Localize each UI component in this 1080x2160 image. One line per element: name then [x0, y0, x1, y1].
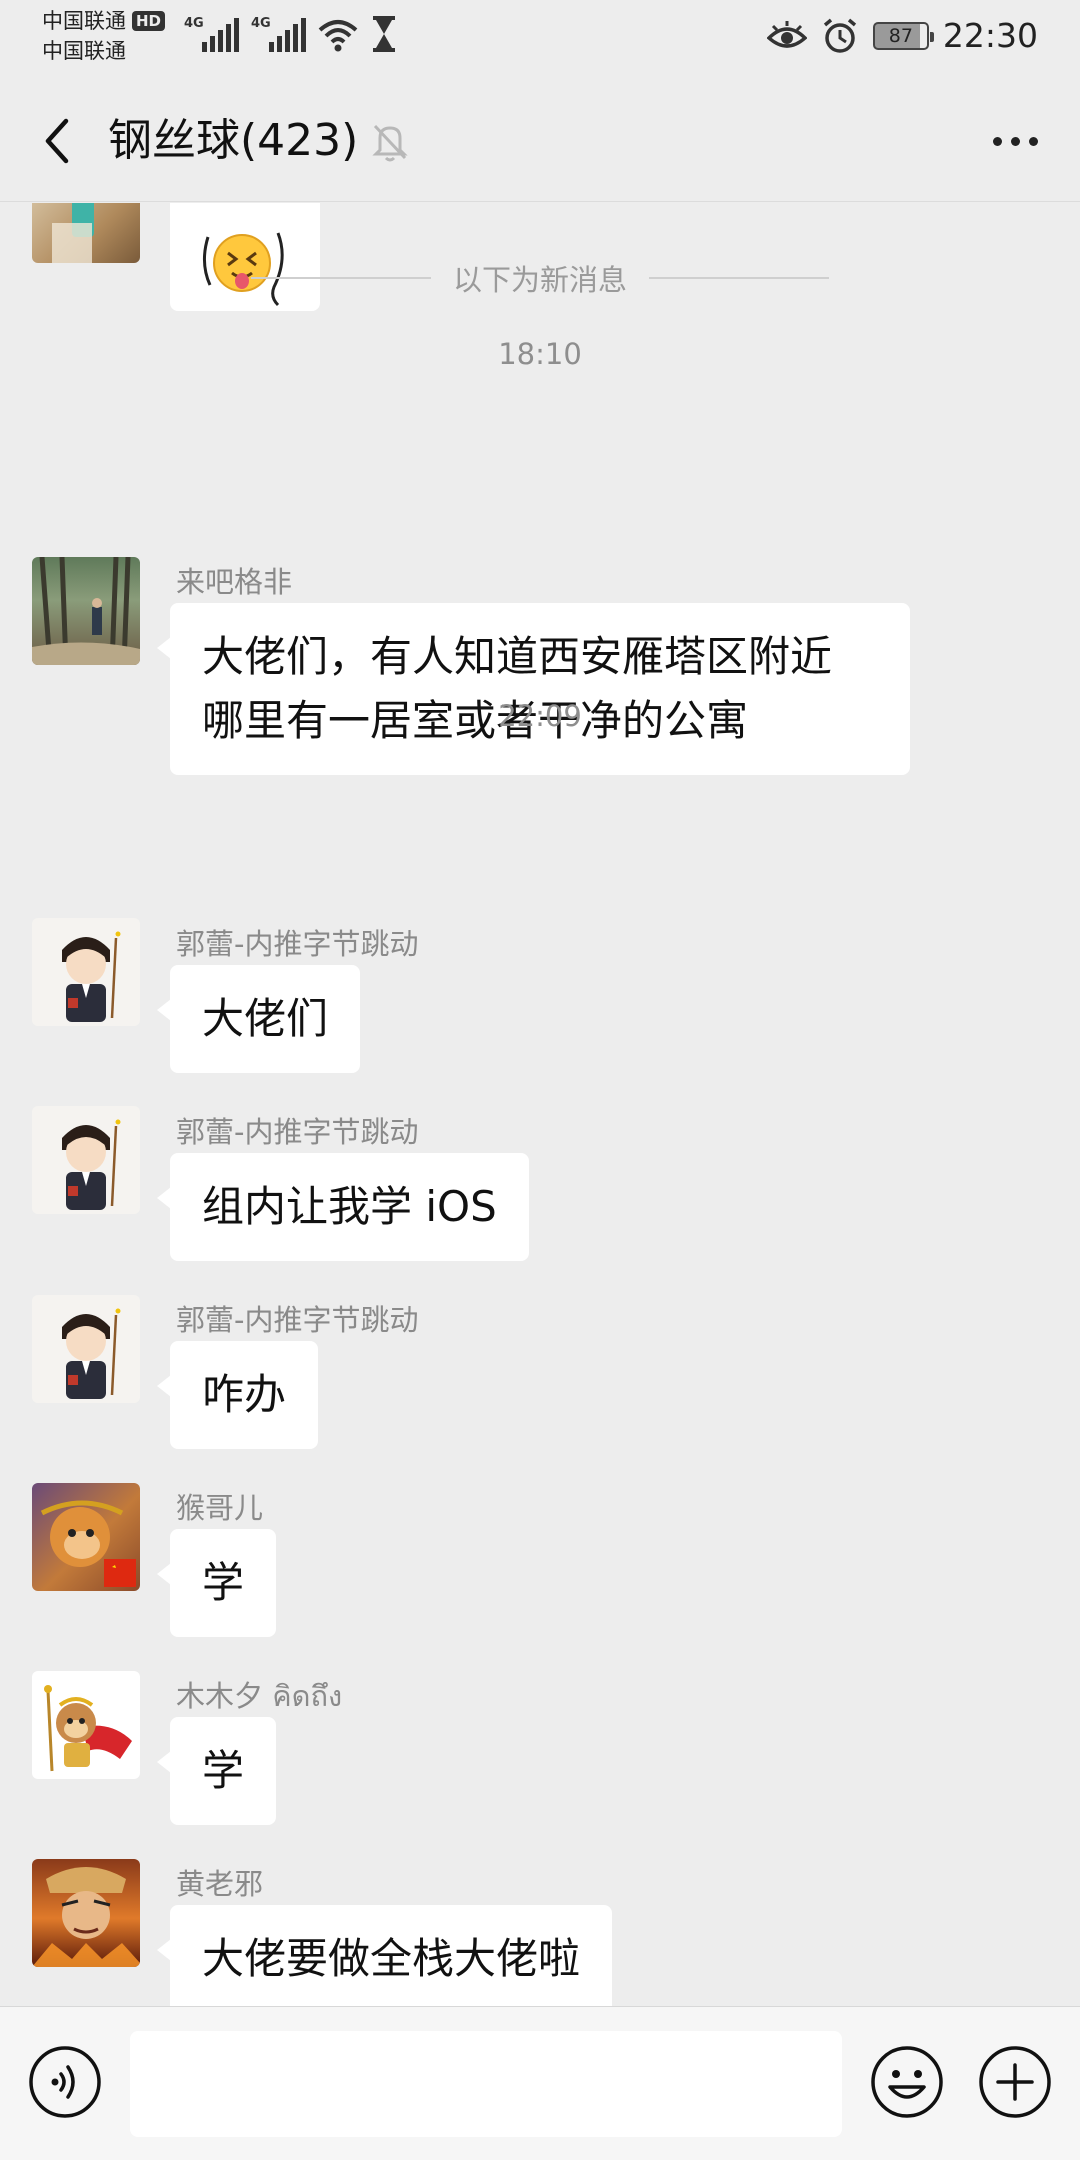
hd-badge: HD [132, 11, 166, 31]
avatar-anime-character [32, 1867, 140, 1967]
page-title: 钢丝球(423) [108, 115, 359, 166]
chevron-left-icon [45, 118, 69, 164]
message-bubble[interactable]: 大佬们，有人知道西安雁塔区附近 哪里有一居室或者干净的公寓 [157, 603, 910, 775]
message-bubble[interactable]: 咋办 [156, 1341, 319, 1449]
avatar-cartoon-monkey [44, 1685, 132, 1772]
hourglass-icon [373, 16, 395, 52]
network-type-label-secondary: 4G [251, 16, 271, 31]
sender-name: 来吧格非 [176, 565, 293, 599]
message-input[interactable] [130, 2031, 842, 2137]
avatar[interactable] [32, 557, 140, 665]
carrier-label-secondary: 中国联通 [42, 39, 126, 63]
avatar[interactable] [32, 1483, 140, 1591]
divider-line [649, 277, 829, 279]
signal-icon: 4G [184, 14, 239, 52]
sender-name: 猴哥儿 [176, 1491, 264, 1525]
battery-level: 87 [888, 24, 913, 47]
more-dot-icon [992, 136, 1002, 146]
avatar[interactable] [32, 1106, 140, 1214]
status-bar: 中国联通 HD 中国联通 4G 4G 87 22:30 [0, 0, 1080, 80]
divider-line [250, 277, 431, 279]
wifi-icon [318, 20, 358, 52]
more-dot-icon [1010, 136, 1020, 146]
muted-bell-icon [372, 124, 408, 162]
message-bubble[interactable]: 大佬们 [156, 965, 361, 1073]
emoji-button[interactable] [870, 2045, 944, 2119]
signal-indicators: 4G 4G [184, 14, 398, 52]
avatar[interactable] [32, 918, 140, 1026]
message-bubble[interactable]: 大佬要做全栈大佬啦 [156, 1905, 613, 2006]
carrier-label: 中国联通 [42, 9, 126, 33]
message-input-bar [0, 2006, 1080, 2160]
sender-name: 郭蕾-内推字节跳动 [176, 1115, 419, 1149]
message-timestamp: 22:09 [498, 699, 582, 733]
avatar-cartoon-boy [62, 931, 121, 1022]
voice-input-button[interactable] [28, 2045, 102, 2119]
sender-name: 郭蕾-内推字节跳动 [176, 1303, 419, 1337]
battery-icon: 87 [872, 21, 934, 50]
sender-name: 木木夕 คิดถึง [176, 1679, 343, 1713]
alarm-icon [823, 18, 857, 53]
sender-name: 郭蕾-内推字节跳动 [176, 927, 419, 961]
more-options-button[interactable] [980, 118, 1050, 164]
message-bubble[interactable]: 组内让我学 iOS [157, 1153, 529, 1261]
sender-name: 黄老邪 [176, 1867, 264, 1901]
status-right-icons: 87 22:30 [766, 16, 1038, 55]
avatar[interactable] [32, 203, 140, 263]
avatar-cartoon-boy [62, 1308, 121, 1399]
message-timestamp: 18:10 [498, 337, 582, 371]
avatar-cartoon-boy [62, 1119, 121, 1210]
back-button[interactable] [32, 114, 82, 168]
eye-icon [766, 20, 807, 48]
more-dot-icon [1028, 136, 1038, 146]
divider-label: 以下为新消息 [452, 263, 627, 297]
avatar-monkey-king [40, 1500, 136, 1587]
plus-button[interactable] [978, 2045, 1052, 2119]
status-clock: 22:30 [942, 16, 1038, 55]
message-bubble[interactable]: 学 [156, 1529, 277, 1637]
avatar[interactable] [32, 1295, 140, 1403]
avatar-photo [52, 203, 94, 263]
chat-header: 钢丝球(423) [0, 80, 1080, 202]
avatar[interactable] [32, 1671, 140, 1779]
chat-message-list[interactable]: 以下为新消息 18:10 来吧格非 大佬们，有人知道西安雁塔区附近 哪里有一居室… [0, 203, 1080, 2006]
carrier-info: 中国联通 HD 中国联通 [42, 6, 166, 66]
network-type-label: 4G [184, 16, 204, 31]
avatar[interactable] [32, 1859, 140, 1967]
signal-icon-secondary: 4G [251, 14, 306, 52]
new-messages-divider: 以下为新消息 [0, 257, 1080, 299]
avatar-photo [32, 557, 140, 665]
message-bubble[interactable]: 学 [156, 1717, 277, 1825]
